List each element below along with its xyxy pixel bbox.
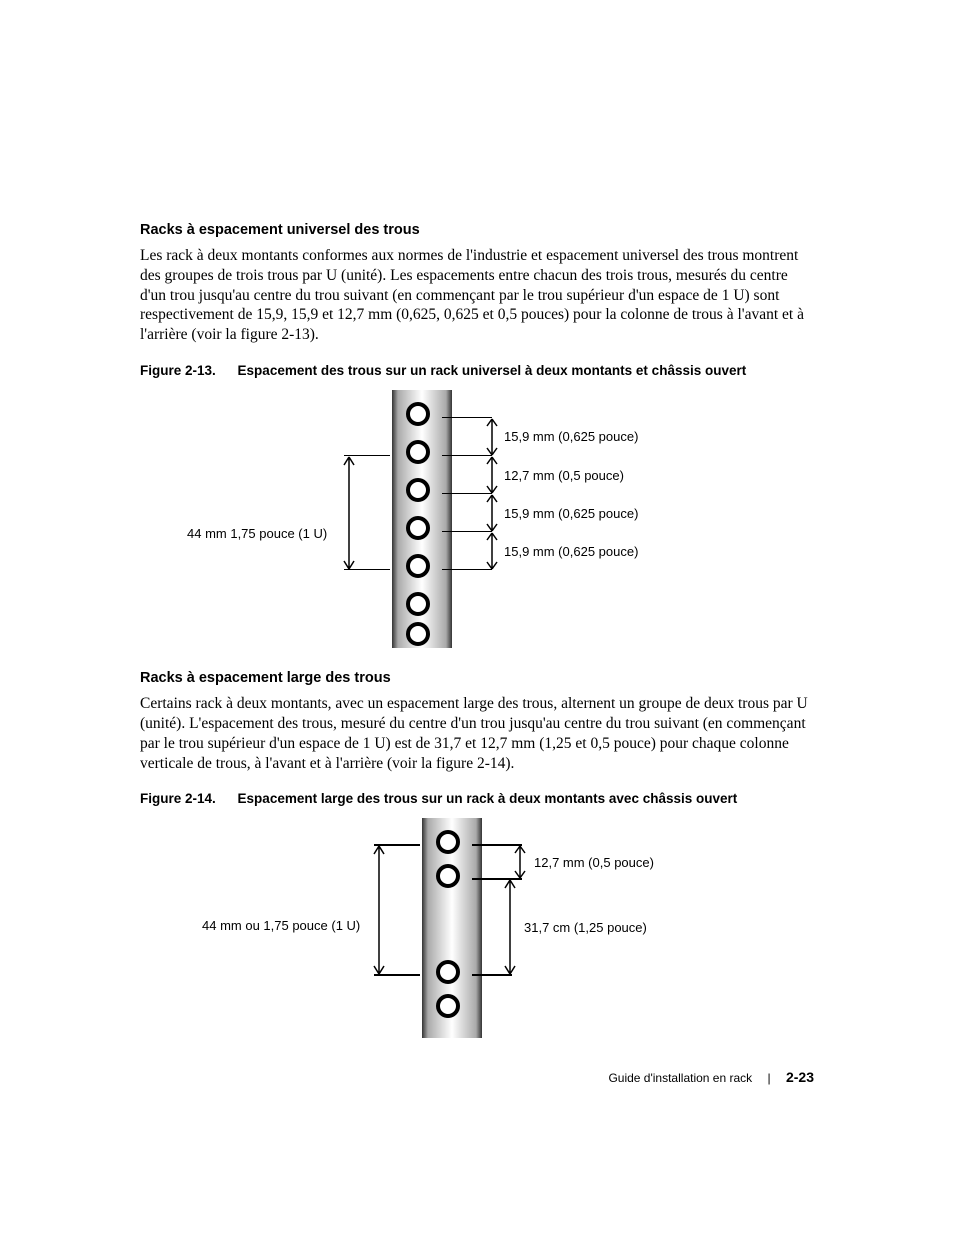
footer-separator-icon: | [768, 1071, 771, 1085]
dim-label-2b: 31,7 cm (1,25 pouce) [524, 920, 647, 935]
dim-label-1b: 12,7 mm (0,5 pouce) [534, 855, 654, 870]
dim-arrow-icon [482, 417, 502, 457]
rack-hole-icon [406, 554, 430, 578]
figure2-diagram: 12,7 mm (0,5 pouce) 31,7 cm (1,25 pouce)… [142, 818, 812, 1038]
section1-heading: Racks à espacement universel des trous [140, 222, 814, 238]
figure1-diagram: 15,9 mm (0,625 pouce) 12,7 mm (0,5 pouce… [142, 390, 812, 648]
dim-arrow-icon [369, 844, 389, 976]
page-footer: Guide d'installation en rack | 2-23 [608, 1069, 814, 1085]
figure2-text: Espacement large des trous sur un rack à… [238, 791, 738, 806]
dim-arrow-icon [482, 455, 502, 495]
section2-body: Certains rack à deux montants, avec un e… [140, 694, 814, 773]
section1-body: Les rack à deux montants conformes aux n… [140, 246, 814, 345]
dim-label-2: 12,7 mm (0,5 pouce) [504, 468, 624, 483]
dim-arrow-icon [510, 844, 530, 880]
rack-hole-icon [406, 478, 430, 502]
rack-hole-icon [406, 592, 430, 616]
dim-label-4: 15,9 mm (0,625 pouce) [504, 544, 638, 559]
dim-label-3: 15,9 mm (0,625 pouce) [504, 506, 638, 521]
figure1-caption: Figure 2-13. Espacement des trous sur un… [140, 363, 814, 378]
dim-arrow-icon [500, 878, 520, 976]
dim-arrow-icon [482, 531, 502, 571]
dim-arrow-icon [482, 493, 502, 533]
dim-arrow-icon [339, 455, 359, 571]
rack-hole-icon [406, 516, 430, 540]
section2-heading: Racks à espacement large des trous [140, 670, 814, 686]
left-bracket-label: 44 mm 1,75 pouce (1 U) [187, 526, 327, 541]
footer-title: Guide d'installation en rack [608, 1071, 752, 1085]
figure1-number: Figure 2-13. [140, 363, 216, 378]
dim-label-1: 15,9 mm (0,625 pouce) [504, 429, 638, 444]
figure1-text: Espacement des trous sur un rack univers… [238, 363, 747, 378]
rack-hole-icon [406, 402, 430, 426]
left-bracket-label-b: 44 mm ou 1,75 pouce (1 U) [202, 918, 360, 933]
page-number: 2-23 [786, 1069, 814, 1085]
rack-hole-icon [406, 622, 430, 646]
rack-hole-icon [406, 440, 430, 464]
figure2-caption: Figure 2-14. Espacement large des trous … [140, 791, 814, 806]
figure2-number: Figure 2-14. [140, 791, 216, 806]
